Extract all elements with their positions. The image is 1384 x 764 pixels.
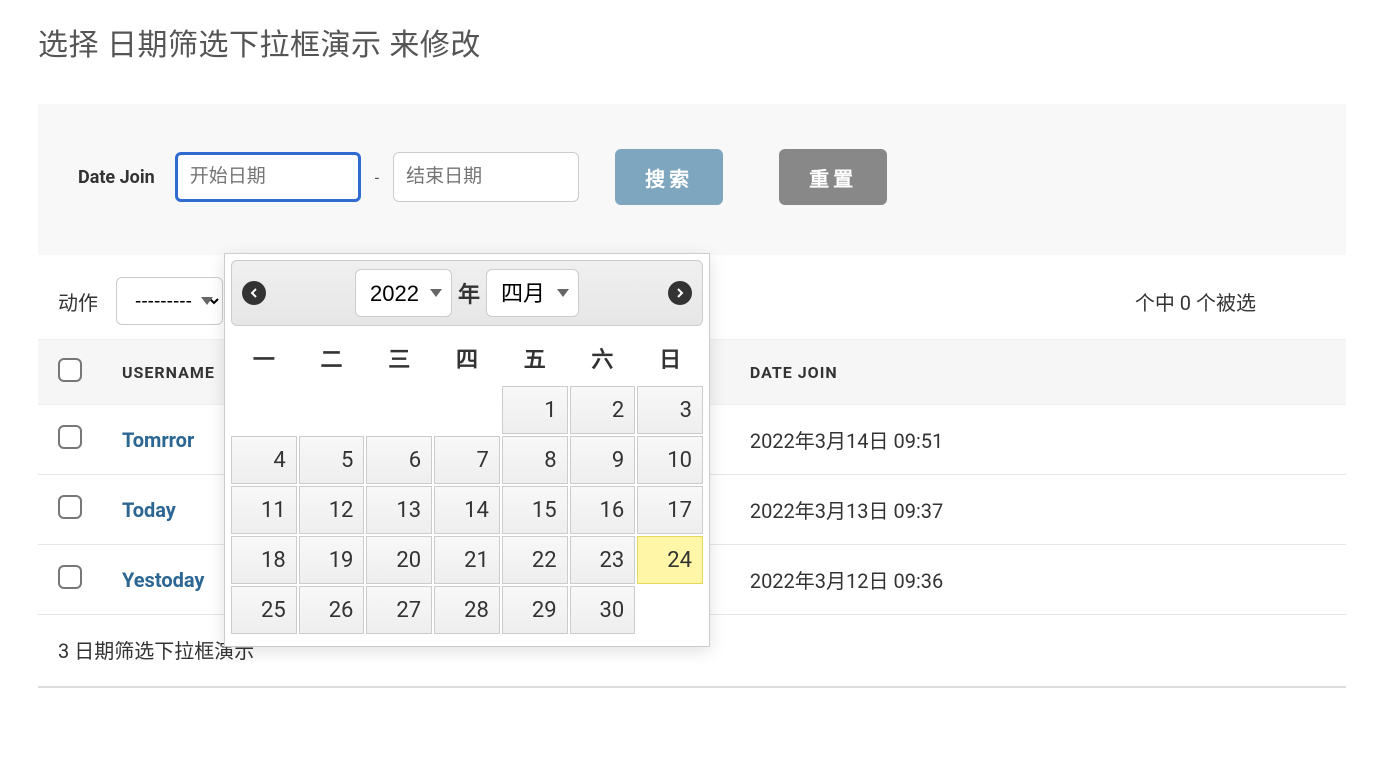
datejoin-cell: 2022年3月12日 09:36: [730, 545, 1346, 615]
selection-count-text: 个中 0 个被选: [1135, 287, 1326, 316]
dp-dow: 三: [366, 336, 432, 384]
chevron-right-icon: [675, 288, 685, 298]
filter-toolbar: Date Join - 搜索 重置: [38, 104, 1346, 255]
dp-day[interactable]: 1: [502, 386, 568, 434]
dp-header: 2022 年 四月: [231, 260, 703, 326]
prev-month-button[interactable]: [242, 281, 266, 305]
dp-dow: 二: [299, 336, 365, 384]
month-select[interactable]: 四月: [486, 269, 579, 317]
dp-dow: 四: [434, 336, 500, 384]
year-select[interactable]: 2022: [355, 269, 452, 317]
table-container: 2022 年 四月 一二三四五六日12345678910111213141516…: [38, 339, 1346, 688]
dp-empty: [231, 386, 297, 434]
dp-selects: 2022 年 四月: [355, 269, 579, 317]
dp-day[interactable]: 13: [366, 486, 432, 534]
dp-dow: 五: [502, 336, 568, 384]
next-month-button[interactable]: [668, 281, 692, 305]
dp-empty: [299, 386, 365, 434]
date-separator: -: [373, 168, 381, 187]
chevron-left-icon: [249, 288, 259, 298]
dp-day[interactable]: 20: [366, 536, 432, 584]
dp-dow: 日: [637, 336, 703, 384]
row-checkbox[interactable]: [58, 495, 82, 519]
dp-day[interactable]: 6: [366, 436, 432, 484]
actions-label: 动作: [58, 287, 98, 316]
dp-day[interactable]: 27: [366, 586, 432, 634]
filter-label: Date Join: [78, 167, 155, 188]
dp-empty: [434, 386, 500, 434]
end-date-input[interactable]: [393, 152, 579, 202]
dp-day[interactable]: 26: [299, 586, 365, 634]
dp-grid: 一二三四五六日123456789101112131415161718192021…: [225, 332, 709, 640]
search-button[interactable]: 搜索: [615, 149, 723, 205]
datejoin-cell: 2022年3月14日 09:51: [730, 405, 1346, 475]
dp-day[interactable]: 22: [502, 536, 568, 584]
dp-day[interactable]: 15: [502, 486, 568, 534]
dp-day[interactable]: 5: [299, 436, 365, 484]
datejoin-cell: 2022年3月13日 09:37: [730, 475, 1346, 545]
dp-day[interactable]: 18: [231, 536, 297, 584]
dp-day[interactable]: 8: [502, 436, 568, 484]
dp-day[interactable]: 14: [434, 486, 500, 534]
dp-day[interactable]: 23: [570, 536, 636, 584]
dp-day[interactable]: 10: [637, 436, 703, 484]
dp-day[interactable]: 7: [434, 436, 500, 484]
start-date-input[interactable]: [175, 152, 361, 202]
dp-day[interactable]: 16: [570, 486, 636, 534]
reset-button[interactable]: 重置: [779, 149, 887, 205]
dp-day[interactable]: 11: [231, 486, 297, 534]
actions-select[interactable]: ---------: [116, 277, 223, 325]
dp-dow: 六: [570, 336, 636, 384]
dp-day[interactable]: 3: [637, 386, 703, 434]
page-title: 选择 日期筛选下拉框演示 来修改: [38, 20, 1346, 64]
dp-dow: 一: [231, 336, 297, 384]
dp-day[interactable]: 4: [231, 436, 297, 484]
select-all-checkbox[interactable]: [58, 358, 82, 382]
dp-day[interactable]: 21: [434, 536, 500, 584]
row-checkbox[interactable]: [58, 565, 82, 589]
row-checkbox[interactable]: [58, 425, 82, 449]
dp-day[interactable]: 30: [570, 586, 636, 634]
col-datejoin[interactable]: DATE JOIN: [730, 340, 1346, 405]
dp-day[interactable]: 2: [570, 386, 636, 434]
dp-day[interactable]: 9: [570, 436, 636, 484]
dp-day[interactable]: 29: [502, 586, 568, 634]
dp-empty: [366, 386, 432, 434]
dp-day[interactable]: 19: [299, 536, 365, 584]
dp-day[interactable]: 28: [434, 586, 500, 634]
dp-day[interactable]: 12: [299, 486, 365, 534]
year-suffix: 年: [458, 277, 480, 309]
datepicker-popup: 2022 年 四月 一二三四五六日12345678910111213141516…: [224, 253, 710, 647]
dp-day[interactable]: 17: [637, 486, 703, 534]
dp-day[interactable]: 24: [637, 536, 703, 584]
dp-day[interactable]: 25: [231, 586, 297, 634]
